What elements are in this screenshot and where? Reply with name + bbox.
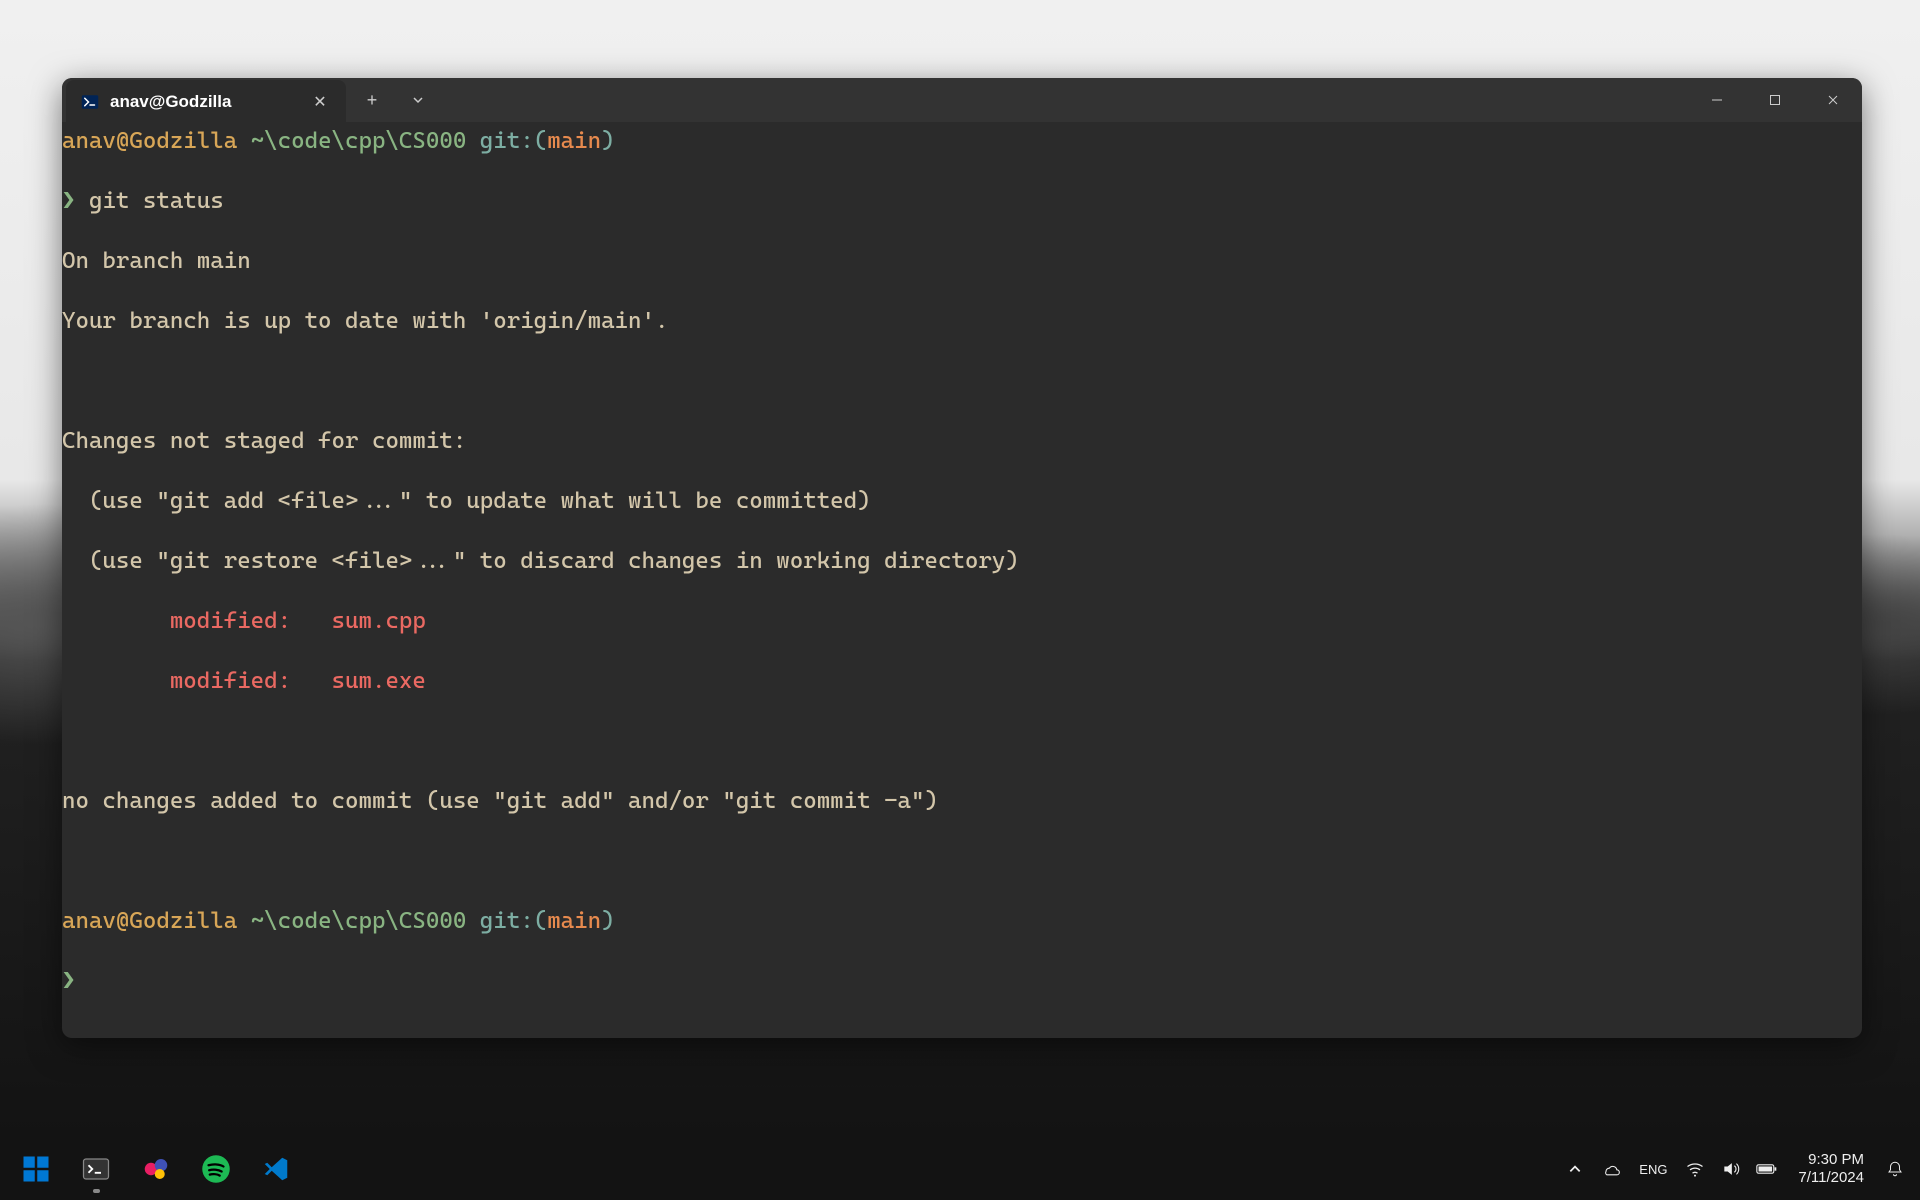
prompt-userhost: anav@Godzilla <box>62 908 237 934</box>
taskbar: ENG 9:30 PM 7/11/2024 <box>0 1138 1920 1200</box>
tray-wifi-icon[interactable] <box>1680 1149 1710 1189</box>
close-button[interactable] <box>1804 78 1862 122</box>
taskbar-vscode-icon[interactable] <box>250 1143 302 1195</box>
terminal-window: anav@Godzilla ✕ + anav@Godzilla ~\code\c… <box>62 78 1862 1038</box>
minimize-button[interactable] <box>1688 78 1746 122</box>
output-line: Changes not staged for commit: <box>62 426 1862 456</box>
output-line: Your branch is up to date with 'origin/m… <box>62 306 1862 336</box>
tab-close-button[interactable]: ✕ <box>308 90 332 114</box>
maximize-button[interactable] <box>1746 78 1804 122</box>
prompt-path: ~\code\cpp\CS000 <box>251 128 467 154</box>
tray-overflow-icon[interactable] <box>1560 1149 1590 1189</box>
title-bar[interactable]: anav@Godzilla ✕ + <box>62 78 1862 122</box>
modified-file: modified: sum.cpp <box>62 606 1862 636</box>
taskbar-spotify-icon[interactable] <box>190 1143 242 1195</box>
prompt-glyph: ❯ <box>62 968 75 994</box>
terminal-tab[interactable]: anav@Godzilla ✕ <box>66 80 346 124</box>
tray-notifications-icon[interactable] <box>1880 1149 1910 1189</box>
taskbar-pinned <box>10 1143 302 1195</box>
clock-date: 7/11/2024 <box>1798 1169 1864 1187</box>
command-text: git status <box>89 188 224 214</box>
output-line: On branch main <box>62 246 1862 276</box>
prompt-git-close: ) <box>601 908 614 934</box>
taskbar-app-icon[interactable] <box>130 1143 182 1195</box>
tray-onedrive-icon[interactable] <box>1596 1149 1626 1189</box>
clock-time: 9:30 PM <box>1798 1151 1864 1169</box>
terminal-output[interactable]: anav@Godzilla ~\code\cpp\CS000 git:(main… <box>62 122 1862 1038</box>
modified-file: modified: sum.exe <box>62 666 1862 696</box>
tab-title: anav@Godzilla <box>110 92 231 112</box>
prompt-path: ~\code\cpp\CS000 <box>251 908 467 934</box>
output-line: no changes added to commit (use "git add… <box>62 786 1862 816</box>
prompt-git-label: git:( <box>480 908 547 934</box>
prompt-git-label: git:( <box>480 128 547 154</box>
system-tray: ENG 9:30 PM 7/11/2024 <box>1560 1149 1910 1189</box>
taskbar-clock[interactable]: 9:30 PM 7/11/2024 <box>1788 1151 1874 1187</box>
prompt-glyph: ❯ <box>62 188 75 214</box>
prompt-branch: main <box>547 908 601 934</box>
prompt-git-close: ) <box>601 128 614 154</box>
tab-dropdown-button[interactable] <box>398 80 438 120</box>
prompt-branch: main <box>547 128 601 154</box>
powershell-icon <box>80 92 100 112</box>
taskbar-terminal-icon[interactable] <box>70 1143 122 1195</box>
start-button[interactable] <box>10 1143 62 1195</box>
tray-volume-icon[interactable] <box>1716 1149 1746 1189</box>
tray-battery-icon[interactable] <box>1752 1149 1782 1189</box>
window-controls <box>1688 78 1862 122</box>
tray-language-icon[interactable]: ENG <box>1632 1149 1674 1189</box>
output-line: (use "git add <file>..." to update what … <box>62 486 1862 516</box>
prompt-userhost: anav@Godzilla <box>62 128 237 154</box>
new-tab-button[interactable]: + <box>352 80 392 120</box>
output-line: (use "git restore <file>..." to discard … <box>62 546 1862 576</box>
